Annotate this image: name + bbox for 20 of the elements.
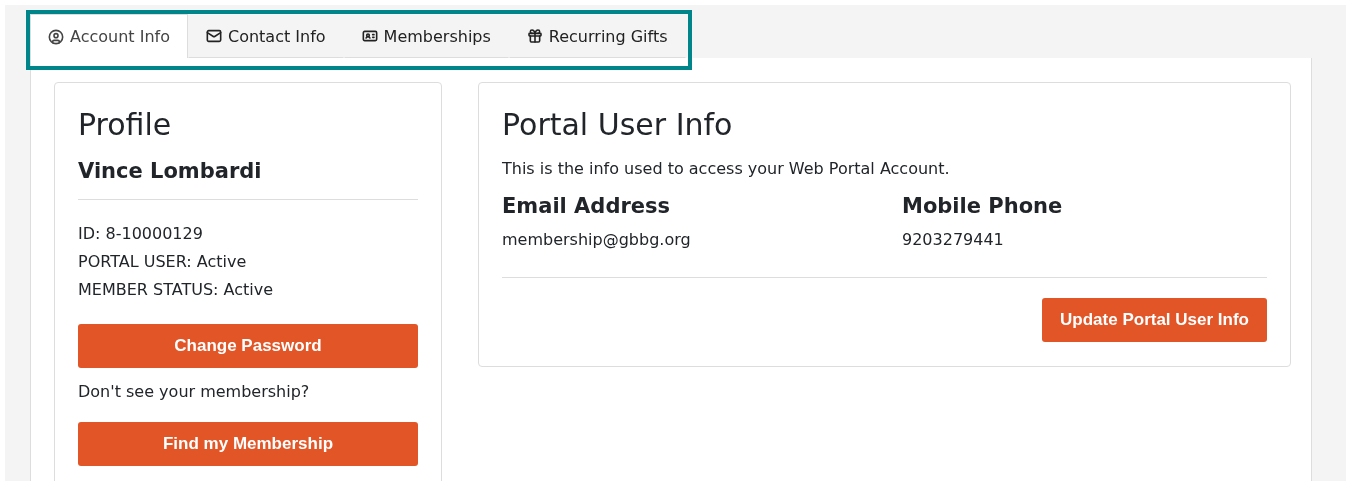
- field-value: membership@gbbg.org: [502, 230, 692, 249]
- field-label: Email Address: [502, 194, 672, 218]
- card-title: Profile: [78, 107, 173, 143]
- envelope-icon: [205, 28, 222, 44]
- id-card-icon: [361, 28, 378, 44]
- prompt-text: Don't see your membership?: [78, 381, 311, 403]
- find-membership-button[interactable]: Find my Membership: [78, 422, 418, 466]
- gift-icon: [526, 28, 543, 44]
- detail-text: MEMBER STATUS: Active: [78, 279, 274, 301]
- detail-text: ID: 8-10000129: [78, 223, 204, 245]
- description-text: This is the info used to access your Web Portal Account.: [502, 159, 951, 178]
- field-label: Mobile Phone: [902, 194, 1064, 218]
- detail-text: PORTAL USER: Active: [78, 251, 248, 273]
- change-password-button[interactable]: Change Password: [78, 324, 418, 368]
- field-value: 9203279441: [902, 230, 1005, 249]
- update-info-button[interactable]: Update Portal User Info: [1042, 298, 1267, 342]
- card-title: Portal User Info: [502, 107, 734, 143]
- member-name: Vince Lombardi: [78, 159, 263, 183]
- tab[interactable]: Account Info: [30, 14, 188, 58]
- user-circle-icon: [48, 28, 64, 45]
